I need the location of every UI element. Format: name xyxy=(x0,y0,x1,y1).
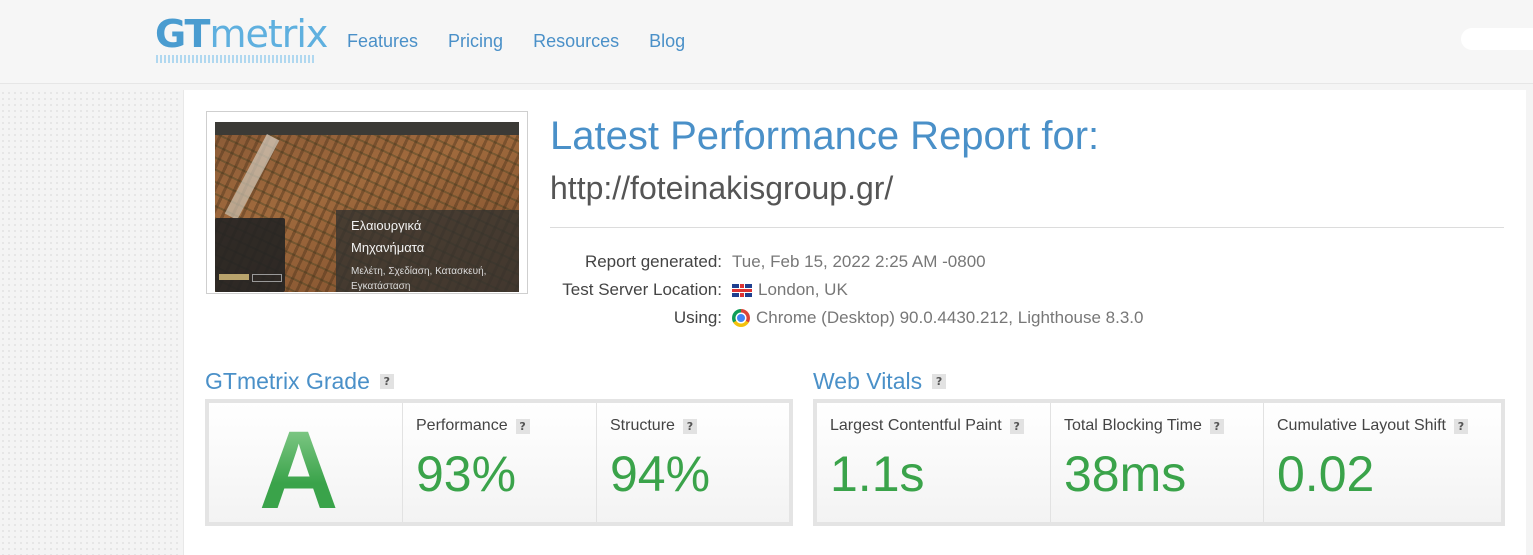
meta-label: Test Server Location: xyxy=(562,280,722,299)
browser-info: Chrome (Desktop) 90.0.4430.212, Lighthou… xyxy=(756,308,1144,327)
lcp-label-row: Largest Contentful Paint ? xyxy=(830,417,1024,435)
screenshot-topbar xyxy=(215,122,519,135)
background-pattern xyxy=(0,90,180,555)
report-date: Tue, Feb 15, 2022 2:25 AM -0800 xyxy=(732,252,986,271)
cls-label: Cumulative Layout Shift xyxy=(1277,417,1446,434)
main-nav: Features Pricing Resources Blog xyxy=(347,31,685,52)
help-icon[interactable]: ? xyxy=(932,374,947,389)
structure-label-row: Structure ? xyxy=(610,417,697,435)
tbt-cell: Total Blocking Time ? 38ms xyxy=(1051,403,1264,522)
screenshot-image: Ελαιουργικά Μηχανήματα Μελέτη, Σχεδίαση,… xyxy=(215,122,519,292)
screenshot-cookie-banner xyxy=(215,218,285,292)
logo-gt: GT xyxy=(155,12,210,56)
grade-title-text: GTmetrix Grade xyxy=(205,368,370,394)
lcp-label: Largest Contentful Paint xyxy=(830,417,1002,434)
lcp-cell: Largest Contentful Paint ? 1.1s xyxy=(817,403,1051,522)
screenshot-title-line1: Ελαιουργικά xyxy=(351,218,422,233)
nav-blog[interactable]: Blog xyxy=(649,31,685,52)
help-icon[interactable]: ? xyxy=(682,418,697,434)
server-location: London, UK xyxy=(758,280,848,299)
tbt-label: Total Blocking Time xyxy=(1064,417,1202,434)
screenshot-road xyxy=(224,133,280,221)
meta-label: Using: xyxy=(673,308,722,327)
tbt-label-row: Total Blocking Time ? xyxy=(1064,417,1224,435)
nav-resources[interactable]: Resources xyxy=(533,31,619,52)
performance-label-row: Performance ? xyxy=(416,417,530,435)
meta-value: Chrome (Desktop) 90.0.4430.212, Lighthou… xyxy=(732,308,1143,328)
help-icon[interactable]: ? xyxy=(379,374,394,389)
meta-value: Tue, Feb 15, 2022 2:25 AM -0800 xyxy=(732,252,986,272)
cookie-settings-shape xyxy=(252,274,282,282)
performance-value: 93% xyxy=(416,446,517,502)
gtmetrix-logo[interactable]: GTmetrix xyxy=(155,12,328,56)
help-icon[interactable]: ? xyxy=(1453,418,1468,434)
performance-cell: Performance ? 93% xyxy=(403,403,597,522)
report-meta: Report generated: Tue, Feb 15, 2022 2:25… xyxy=(550,248,1143,332)
cls-cell: Cumulative Layout Shift ? 0.02 xyxy=(1264,403,1501,522)
grade-letter: A xyxy=(259,409,339,532)
cls-value: 0.02 xyxy=(1277,446,1375,502)
grade-letter-cell: A xyxy=(209,403,403,532)
vitals-title-text: Web Vitals xyxy=(813,368,923,394)
report-panel: Ελαιουργικά Μηχανήματα Μελέτη, Σχεδίαση,… xyxy=(183,90,1526,555)
report-title: Latest Performance Report for: xyxy=(550,114,1100,158)
report-url: http://foteinakisgroup.gr/ xyxy=(550,170,894,206)
cookie-accept-shape xyxy=(219,274,249,280)
site-header: GTmetrix Features Pricing Resources Blog xyxy=(0,0,1533,84)
vitals-section-title: Web Vitals ? xyxy=(813,368,947,395)
lcp-value: 1.1s xyxy=(830,446,925,502)
help-icon[interactable]: ? xyxy=(1209,418,1224,434)
logo-underline-decoration xyxy=(156,55,316,63)
help-icon[interactable]: ? xyxy=(1009,418,1024,434)
meta-row-using: Using: Chrome (Desktop) 90.0.4430.212, L… xyxy=(550,304,1143,332)
cls-label-row: Cumulative Layout Shift ? xyxy=(1277,417,1468,435)
meta-row-generated: Report generated: Tue, Feb 15, 2022 2:25… xyxy=(550,248,1143,276)
uk-flag-icon xyxy=(732,283,752,297)
header-divider xyxy=(550,227,1504,228)
nav-features[interactable]: Features xyxy=(347,31,418,52)
help-icon[interactable]: ? xyxy=(515,418,530,434)
grade-section-title: GTmetrix Grade ? xyxy=(205,368,394,395)
meta-label: Report generated: xyxy=(584,252,722,271)
tbt-value: 38ms xyxy=(1064,446,1187,502)
structure-cell: Structure ? 94% xyxy=(597,403,789,522)
meta-row-location: Test Server Location: London, UK xyxy=(550,276,1143,304)
nav-pricing[interactable]: Pricing xyxy=(448,31,503,52)
chrome-icon xyxy=(732,309,750,327)
structure-value: 94% xyxy=(610,446,711,502)
performance-label: Performance xyxy=(416,417,508,434)
header-account-pill[interactable] xyxy=(1461,28,1533,50)
vitals-box: Largest Contentful Paint ? 1.1s Total Bl… xyxy=(813,399,1505,526)
grade-box: A Performance ? 93% Structure ? 94% xyxy=(205,399,793,532)
meta-value: London, UK xyxy=(732,280,848,300)
page-screenshot-thumbnail[interactable]: Ελαιουργικά Μηχανήματα Μελέτη, Σχεδίαση,… xyxy=(206,111,528,294)
structure-label: Structure xyxy=(610,417,675,434)
logo-metrix: metrix xyxy=(209,12,328,56)
screenshot-title-line2: Μηχανήματα xyxy=(351,240,425,255)
screenshot-subtitle: Μελέτη, Σχεδίαση, Κατασκευή, Εγκατάσταση xyxy=(351,266,487,292)
